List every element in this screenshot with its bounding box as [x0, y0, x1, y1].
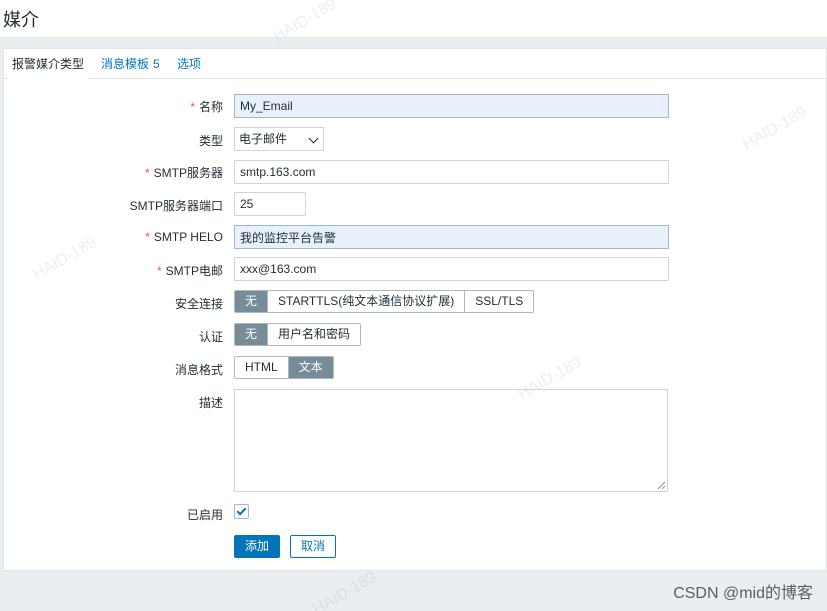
description-label: 描述: [198, 396, 223, 410]
auth-option-username-password[interactable]: 用户名和密码: [267, 324, 361, 345]
smtp-port-label: SMTP服务器端口: [129, 199, 223, 213]
type-select[interactable]: 电子邮件: [234, 127, 324, 151]
smtp-server-label-text: SMTP服务器: [153, 166, 223, 180]
smtp-server-input[interactable]: [234, 160, 669, 184]
chevron-down-icon: [308, 133, 319, 144]
message-format-option-text[interactable]: 文本: [287, 357, 333, 378]
type-select-value: 电子邮件: [239, 132, 288, 146]
tab-media-type-label: 报警媒介类型: [12, 57, 85, 71]
message-format-segmented-control: HTML 文本: [234, 356, 334, 379]
watermark: HAID-189: [310, 568, 380, 611]
message-format-option-html[interactable]: HTML: [235, 357, 288, 378]
resize-grip-icon[interactable]: [656, 480, 666, 490]
required-asterisk: *: [144, 166, 150, 180]
smtp-port-input[interactable]: [234, 192, 306, 216]
page-title: 媒介: [3, 10, 39, 30]
add-button[interactable]: 添加: [234, 535, 281, 558]
name-label-text: 名称: [198, 100, 223, 114]
enabled-label: 已启用: [186, 508, 223, 522]
enabled-checkbox[interactable]: [234, 504, 249, 519]
name-label: * 名称: [190, 98, 223, 115]
tab-message-templates[interactable]: 消息模板 5: [101, 49, 160, 79]
smtp-email-label-text: SMTP电邮: [165, 264, 223, 278]
required-asterisk: *: [190, 100, 195, 114]
tab-message-templates-count: 5: [153, 57, 160, 71]
smtp-helo-label-text: SMTP HELO: [153, 230, 223, 244]
security-option-starttls[interactable]: STARTTLS(纯文本通信协议扩展): [267, 291, 465, 312]
description-textarea[interactable]: [234, 389, 668, 492]
security-option-none[interactable]: 无: [235, 291, 268, 312]
tab-message-templates-label: 消息模板: [101, 57, 150, 71]
tab-bar: 报警媒介类型 消息模板 5 选项: [4, 49, 826, 80]
cancel-button[interactable]: 取消: [290, 535, 337, 558]
smtp-email-label: * SMTP电邮: [157, 262, 223, 279]
smtp-email-input[interactable]: [234, 257, 669, 281]
name-input[interactable]: [234, 94, 669, 118]
auth-segmented-control: 无 用户名和密码: [234, 323, 362, 346]
security-segmented-control: 无 STARTTLS(纯文本通信协议扩展) SSL/TLS: [234, 290, 535, 313]
required-asterisk: *: [145, 230, 150, 244]
smtp-server-label: * SMTP服务器: [145, 164, 223, 181]
required-asterisk: *: [156, 264, 162, 278]
form-panel: 报警媒介类型 消息模板5 选项 *名称 类型 电子邮件 *SMTP服务器 SMT…: [3, 48, 827, 571]
tab-options[interactable]: 选项: [177, 49, 201, 79]
security-label: 安全连接: [174, 297, 223, 311]
type-label: 类型: [198, 134, 223, 148]
security-option-ssl-tls[interactable]: SSL/TLS: [464, 291, 534, 312]
csdn-credit: CSDN @mid的博客: [673, 585, 813, 602]
message-format-label: 消息格式: [174, 363, 223, 377]
auth-label: 认证: [198, 330, 223, 344]
tab-media-type[interactable]: 报警媒介类型: [7, 49, 89, 80]
page-header: 媒介: [0, 0, 827, 38]
auth-option-none[interactable]: 无: [235, 324, 268, 345]
smtp-helo-label: * SMTP HELO: [145, 230, 223, 244]
smtp-helo-input[interactable]: [234, 225, 669, 249]
tab-options-label: 选项: [177, 57, 202, 71]
checkmark-icon: [236, 505, 247, 516]
